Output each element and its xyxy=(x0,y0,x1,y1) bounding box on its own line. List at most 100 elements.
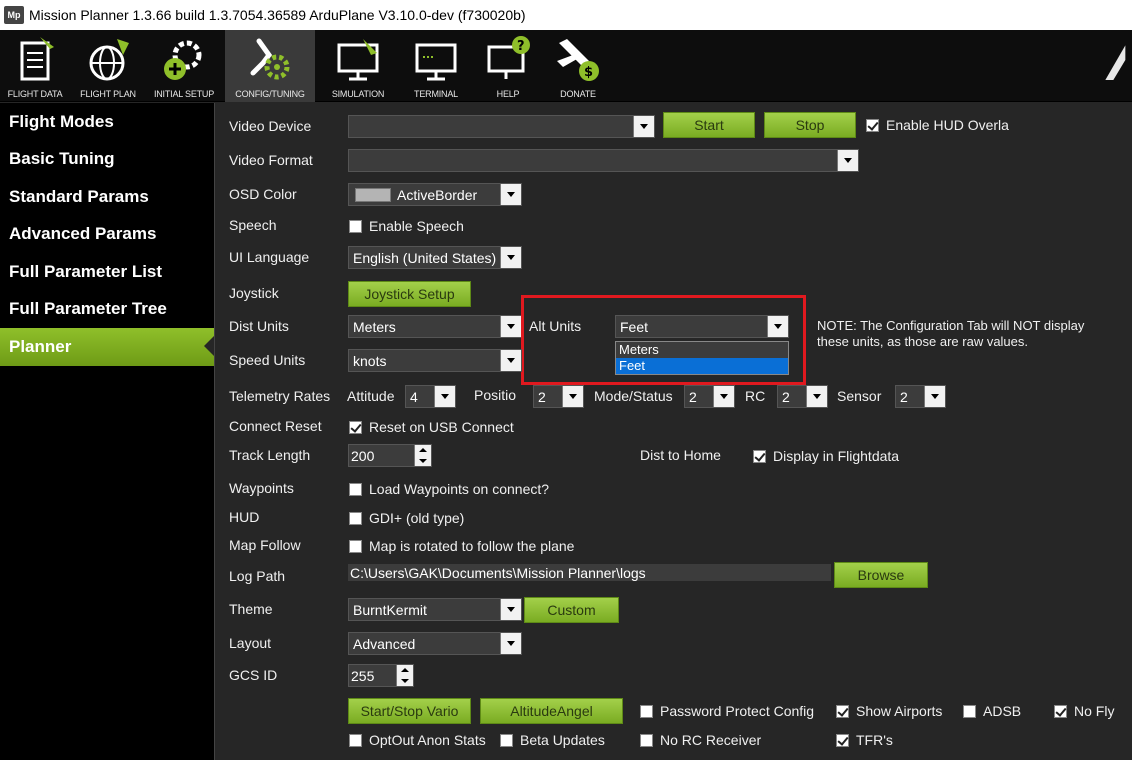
checkbox-box[interactable] xyxy=(836,704,849,718)
log-path-field[interactable]: C:\Users\GAK\Documents\Mission Planner\l… xyxy=(348,564,831,581)
checkbox-box[interactable] xyxy=(640,704,653,718)
sidebar-item-advanced-params[interactable]: Advanced Params xyxy=(0,216,214,254)
password-protect-config-checkbox[interactable]: Password Protect Config xyxy=(640,703,814,719)
config-tuning-button[interactable]: CONFIG/TUNING xyxy=(225,30,315,102)
chevron-down-icon[interactable] xyxy=(500,599,521,620)
checkbox-box[interactable] xyxy=(836,733,849,747)
gdi-old-type-checkbox[interactable]: GDI+ (old type) xyxy=(349,510,464,526)
chevron-down-icon[interactable] xyxy=(500,247,521,268)
sidebar-item-full-parameter-tree[interactable]: Full Parameter Tree xyxy=(0,291,214,329)
chevron-down-icon[interactable] xyxy=(767,316,788,337)
custom-theme-button[interactable]: Custom xyxy=(524,597,619,623)
checkbox-box[interactable] xyxy=(349,511,362,525)
simulation-button[interactable]: SIMULATION xyxy=(322,30,394,102)
browse-button[interactable]: Browse xyxy=(834,562,928,588)
stepper-down-icon[interactable] xyxy=(397,676,413,687)
chevron-down-icon[interactable] xyxy=(562,386,583,407)
layout-select[interactable]: Advanced xyxy=(348,632,522,655)
load-waypoints-checkbox[interactable]: Load Waypoints on connect? xyxy=(349,481,549,497)
adsb-checkbox[interactable]: ADSB xyxy=(963,703,1021,719)
chevron-down-icon[interactable] xyxy=(713,386,734,407)
no-fly-checkbox[interactable]: No Fly xyxy=(1054,703,1114,719)
terminal-button[interactable]: TERMINAL xyxy=(400,30,472,102)
joystick-setup-button[interactable]: Joystick Setup xyxy=(348,281,471,307)
sidebar-item-standard-params[interactable]: Standard Params xyxy=(0,178,214,216)
initial-setup-button[interactable]: INITIAL SETUP xyxy=(146,30,222,102)
altitude-angel-button[interactable]: AltitudeAngel xyxy=(480,698,623,724)
help-button[interactable]: ? HELP xyxy=(474,30,542,102)
show-airports-checkbox[interactable]: Show Airports xyxy=(836,703,942,719)
map-rotated-checkbox[interactable]: Map is rotated to follow the plane xyxy=(349,538,574,554)
gcs-id-stepper[interactable]: 255 xyxy=(348,664,414,687)
theme-select[interactable]: BurntKermit xyxy=(348,598,522,621)
sidebar-item-basic-tuning[interactable]: Basic Tuning xyxy=(0,141,214,179)
chevron-down-icon[interactable] xyxy=(633,116,654,137)
start-button[interactable]: Start xyxy=(663,112,755,138)
sensor-rate-select[interactable]: 2 xyxy=(895,385,946,408)
flight-data-icon xyxy=(20,37,54,81)
donate-button[interactable]: $ DONATE xyxy=(548,30,608,102)
checkbox-box[interactable] xyxy=(640,733,653,747)
chevron-down-icon[interactable] xyxy=(500,184,521,205)
ui-language-select[interactable]: English (United States) xyxy=(348,246,522,269)
mode-status-label: Mode/Status xyxy=(594,388,673,404)
start-stop-vario-button[interactable]: Start/Stop Vario xyxy=(348,698,471,724)
main-toolbar: FLIGHT DATA FLIGHT PLAN INITIAL SETUP CO… xyxy=(0,30,1132,102)
sidebar-item-planner[interactable]: Planner xyxy=(0,328,214,366)
stepper-down-icon[interactable] xyxy=(415,456,431,467)
track-length-stepper[interactable]: 200 xyxy=(348,444,432,467)
sidebar-item-flight-modes[interactable]: Flight Modes xyxy=(0,103,214,141)
simulation-icon xyxy=(337,39,379,81)
checkbox-box[interactable] xyxy=(349,420,362,434)
osd-color-label: OSD Color xyxy=(229,186,297,202)
stop-button[interactable]: Stop xyxy=(764,112,856,138)
flight-plan-button[interactable]: FLIGHT PLAN xyxy=(72,30,144,102)
units-note: NOTE: The Configuration Tab will NOT dis… xyxy=(817,318,1085,349)
chevron-down-icon[interactable] xyxy=(806,386,827,407)
chevron-down-icon[interactable] xyxy=(434,386,455,407)
beta-updates-checkbox[interactable]: Beta Updates xyxy=(500,732,605,748)
log-path-label: Log Path xyxy=(229,568,286,584)
display-in-flightdata-checkbox[interactable]: Display in Flightdata xyxy=(753,448,899,464)
checkbox-box[interactable] xyxy=(349,219,362,233)
dropdown-option-meters[interactable]: Meters xyxy=(616,342,788,358)
chevron-down-icon[interactable] xyxy=(924,386,945,407)
rc-rate-select[interactable]: 2 xyxy=(777,385,828,408)
flight-data-button[interactable]: FLIGHT DATA xyxy=(0,30,70,102)
stepper-up-icon[interactable] xyxy=(415,445,431,456)
stepper-up-icon[interactable] xyxy=(397,665,413,676)
mode-status-rate-select[interactable]: 2 xyxy=(684,385,735,408)
dist-units-select[interactable]: Meters xyxy=(348,315,522,338)
speed-units-select[interactable]: knots xyxy=(348,349,522,372)
enable-speech-checkbox[interactable]: Enable Speech xyxy=(349,218,464,234)
video-format-select[interactable] xyxy=(348,149,859,172)
checkbox-box[interactable] xyxy=(349,539,362,553)
checkbox-box[interactable] xyxy=(963,704,976,718)
position-rate-select[interactable]: 2 xyxy=(533,385,584,408)
chevron-down-icon[interactable] xyxy=(837,150,858,171)
chevron-down-icon[interactable] xyxy=(500,316,521,337)
checkbox-box[interactable] xyxy=(753,449,766,463)
dropdown-option-feet[interactable]: Feet xyxy=(616,358,788,374)
video-device-select[interactable] xyxy=(348,115,655,138)
checkbox-box[interactable] xyxy=(866,118,879,132)
sidebar-item-full-parameter-list[interactable]: Full Parameter List xyxy=(0,253,214,291)
attitude-rate-select[interactable]: 4 xyxy=(405,385,456,408)
donate-icon: $ xyxy=(557,39,599,81)
checkbox-box[interactable] xyxy=(1054,704,1067,718)
checkbox-box[interactable] xyxy=(349,733,362,747)
no-rc-receiver-checkbox[interactable]: No RC Receiver xyxy=(640,732,761,748)
chevron-down-icon[interactable] xyxy=(500,350,521,371)
chevron-down-icon[interactable] xyxy=(500,633,521,654)
alt-units-select[interactable]: Feet xyxy=(615,315,789,338)
waypoints-label: Waypoints xyxy=(229,480,294,496)
enable-hud-overlay-checkbox[interactable]: Enable HUD Overla xyxy=(866,117,1009,133)
rc-label: RC xyxy=(745,388,766,404)
checkbox-box[interactable] xyxy=(500,733,513,747)
reset-on-usb-connect-checkbox[interactable]: Reset on USB Connect xyxy=(349,419,514,435)
osd-color-select[interactable]: ActiveBorder xyxy=(348,183,522,206)
checkbox-box[interactable] xyxy=(349,482,362,496)
tfrs-checkbox[interactable]: TFR's xyxy=(836,732,893,748)
optout-anon-stats-checkbox[interactable]: OptOut Anon Stats xyxy=(349,732,486,748)
flight-plan-icon xyxy=(89,39,129,81)
